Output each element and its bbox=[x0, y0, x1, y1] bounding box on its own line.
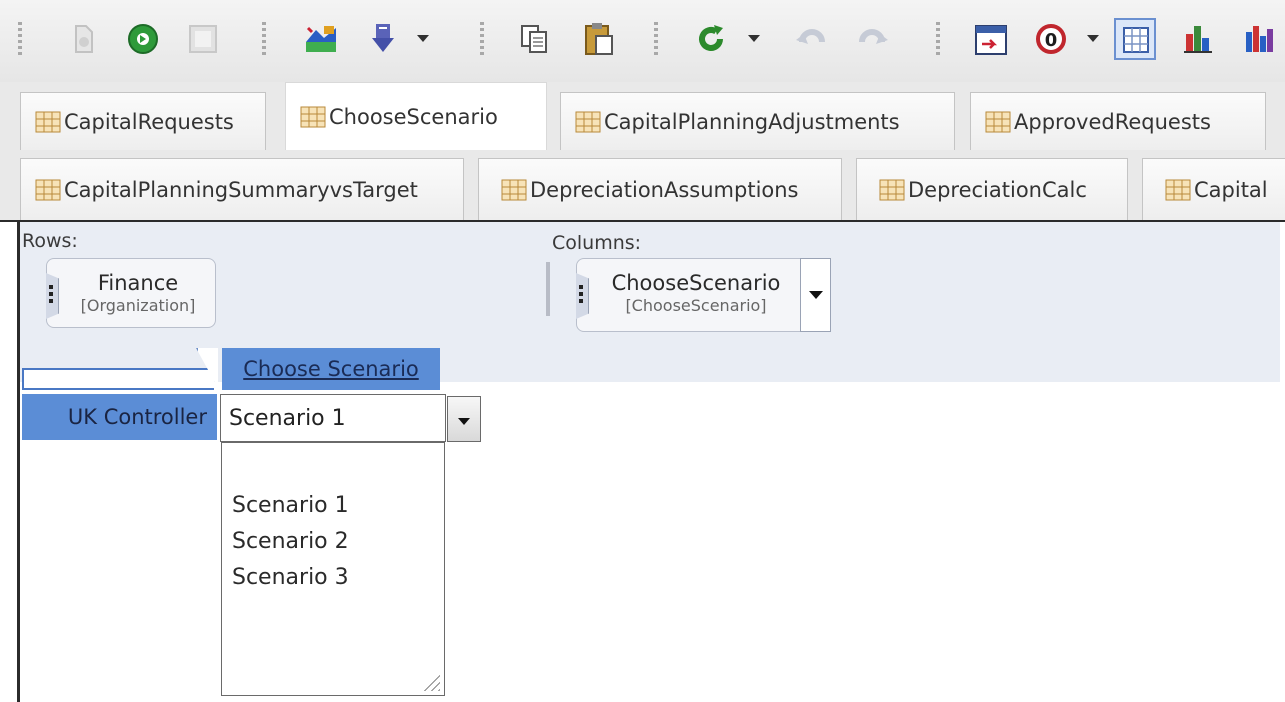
drag-grip-icon bbox=[579, 285, 583, 305]
sheet-icon bbox=[35, 111, 61, 132]
refresh-dropdown-arrow[interactable] bbox=[748, 35, 760, 42]
rows-label: Rows: bbox=[22, 230, 78, 252]
row-field-name: Finance bbox=[97, 271, 179, 295]
tab-label: CapitalPlanningAdjustments bbox=[604, 109, 900, 134]
toolbar-grip[interactable] bbox=[936, 22, 940, 58]
tab-label: CapitalPlanningSummaryvsTarget bbox=[64, 177, 418, 202]
paste-icon[interactable] bbox=[578, 18, 620, 60]
new-item-icon[interactable] bbox=[62, 18, 104, 60]
resize-grip-icon[interactable] bbox=[422, 673, 440, 691]
dropdown-option-scenario-2[interactable]: Scenario 2 bbox=[232, 529, 349, 554]
chevron-down-icon bbox=[809, 291, 823, 299]
chevron-down-icon bbox=[458, 418, 470, 425]
tab-capital-planning-adjustments[interactable]: CapitalPlanningAdjustments bbox=[560, 92, 955, 150]
tab-label: CapitalRequests bbox=[64, 109, 234, 134]
redo-icon bbox=[852, 18, 894, 60]
blank-icon[interactable] bbox=[182, 18, 224, 60]
drag-grip-icon bbox=[49, 285, 53, 305]
toolbar-grip[interactable] bbox=[480, 22, 484, 58]
column-field-dropdown-button[interactable] bbox=[800, 258, 831, 332]
svg-text:0: 0 bbox=[1045, 30, 1058, 51]
sheet-icon bbox=[501, 179, 527, 200]
sheet-icon bbox=[35, 179, 61, 200]
tab-strip-row-2: CapitalPlanningSummaryvsTarget Depreciat… bbox=[0, 150, 1285, 222]
sheet-icon bbox=[1165, 179, 1191, 200]
scenario-dropdown-list[interactable]: Scenario 1 Scenario 2 Scenario 3 bbox=[221, 442, 445, 696]
sheet-icon bbox=[879, 179, 905, 200]
bar-chart-icon[interactable] bbox=[1176, 18, 1218, 60]
toolbar: 0 bbox=[0, 0, 1285, 83]
grid-corner-cell bbox=[22, 368, 214, 390]
scenario-selected-value: Scenario 1 bbox=[229, 405, 346, 431]
column-field-chip-choose-scenario[interactable]: ChooseScenario [ChooseScenario] bbox=[576, 258, 802, 332]
tab-label: ChooseScenario bbox=[329, 104, 498, 129]
tab-choose-scenario[interactable]: ChooseScenario bbox=[285, 82, 547, 150]
calendar-icon[interactable] bbox=[970, 18, 1012, 60]
refresh-icon[interactable] bbox=[690, 18, 732, 60]
row-header-label: UK Controller bbox=[67, 405, 207, 429]
column-field-dimension: [ChooseScenario] bbox=[625, 296, 767, 316]
column-field-name: ChooseScenario bbox=[611, 271, 781, 295]
currency-icon[interactable]: 0 bbox=[1030, 18, 1072, 60]
tab-capital-partial[interactable]: Capital bbox=[1142, 158, 1285, 220]
copy-icon[interactable] bbox=[514, 18, 556, 60]
tab-strip-row-1: CapitalRequests ChooseScenario CapitalPl… bbox=[0, 82, 1285, 150]
left-border bbox=[17, 222, 20, 702]
tab-label: DepreciationAssumptions bbox=[530, 177, 799, 202]
column-header-label[interactable]: Choose Scenario bbox=[243, 357, 419, 381]
tab-capital-planning-summary-vs-target[interactable]: CapitalPlanningSummaryvsTarget bbox=[20, 158, 464, 220]
dropdown-option-scenario-3[interactable]: Scenario 3 bbox=[232, 565, 349, 590]
tab-depreciation-assumptions[interactable]: DepreciationAssumptions bbox=[478, 158, 842, 220]
currency-dropdown-arrow[interactable] bbox=[1087, 35, 1099, 42]
toolbar-grip[interactable] bbox=[654, 22, 658, 58]
import-icon[interactable] bbox=[362, 18, 404, 60]
row-header-uk-controller[interactable]: UK Controller bbox=[22, 394, 217, 440]
sheet-icon bbox=[985, 111, 1011, 132]
column-chart-icon[interactable] bbox=[1238, 18, 1280, 60]
dropdown-option-scenario-1[interactable]: Scenario 1 bbox=[232, 493, 349, 518]
toolbar-grip[interactable] bbox=[18, 22, 22, 58]
column-header-choose-scenario[interactable]: Choose Scenario bbox=[222, 348, 440, 390]
scenario-select-field[interactable]: Scenario 1 bbox=[220, 394, 446, 442]
undo-icon bbox=[790, 18, 832, 60]
chart-wizard-icon[interactable] bbox=[300, 18, 342, 60]
go-icon[interactable] bbox=[122, 18, 164, 60]
sheet-icon bbox=[575, 111, 601, 132]
tab-label: Capital bbox=[1194, 177, 1268, 202]
toolbar-grip[interactable] bbox=[262, 22, 266, 58]
tab-depreciation-calc[interactable]: DepreciationCalc bbox=[856, 158, 1128, 220]
sheet-icon bbox=[300, 106, 326, 127]
tab-label: DepreciationCalc bbox=[908, 177, 1087, 202]
tab-approved-requests[interactable]: ApprovedRequests bbox=[970, 92, 1266, 150]
field-separator bbox=[546, 262, 550, 316]
columns-label: Columns: bbox=[552, 232, 642, 254]
row-field-dimension: [Organization] bbox=[80, 296, 196, 316]
tab-label: ApprovedRequests bbox=[1014, 109, 1211, 134]
tab-capital-requests[interactable]: CapitalRequests bbox=[20, 92, 266, 150]
grid-view-icon[interactable] bbox=[1114, 18, 1156, 60]
scenario-dropdown-button[interactable] bbox=[447, 396, 481, 442]
import-dropdown-arrow[interactable] bbox=[417, 35, 429, 42]
row-field-chip-finance[interactable]: Finance [Organization] bbox=[46, 258, 216, 328]
